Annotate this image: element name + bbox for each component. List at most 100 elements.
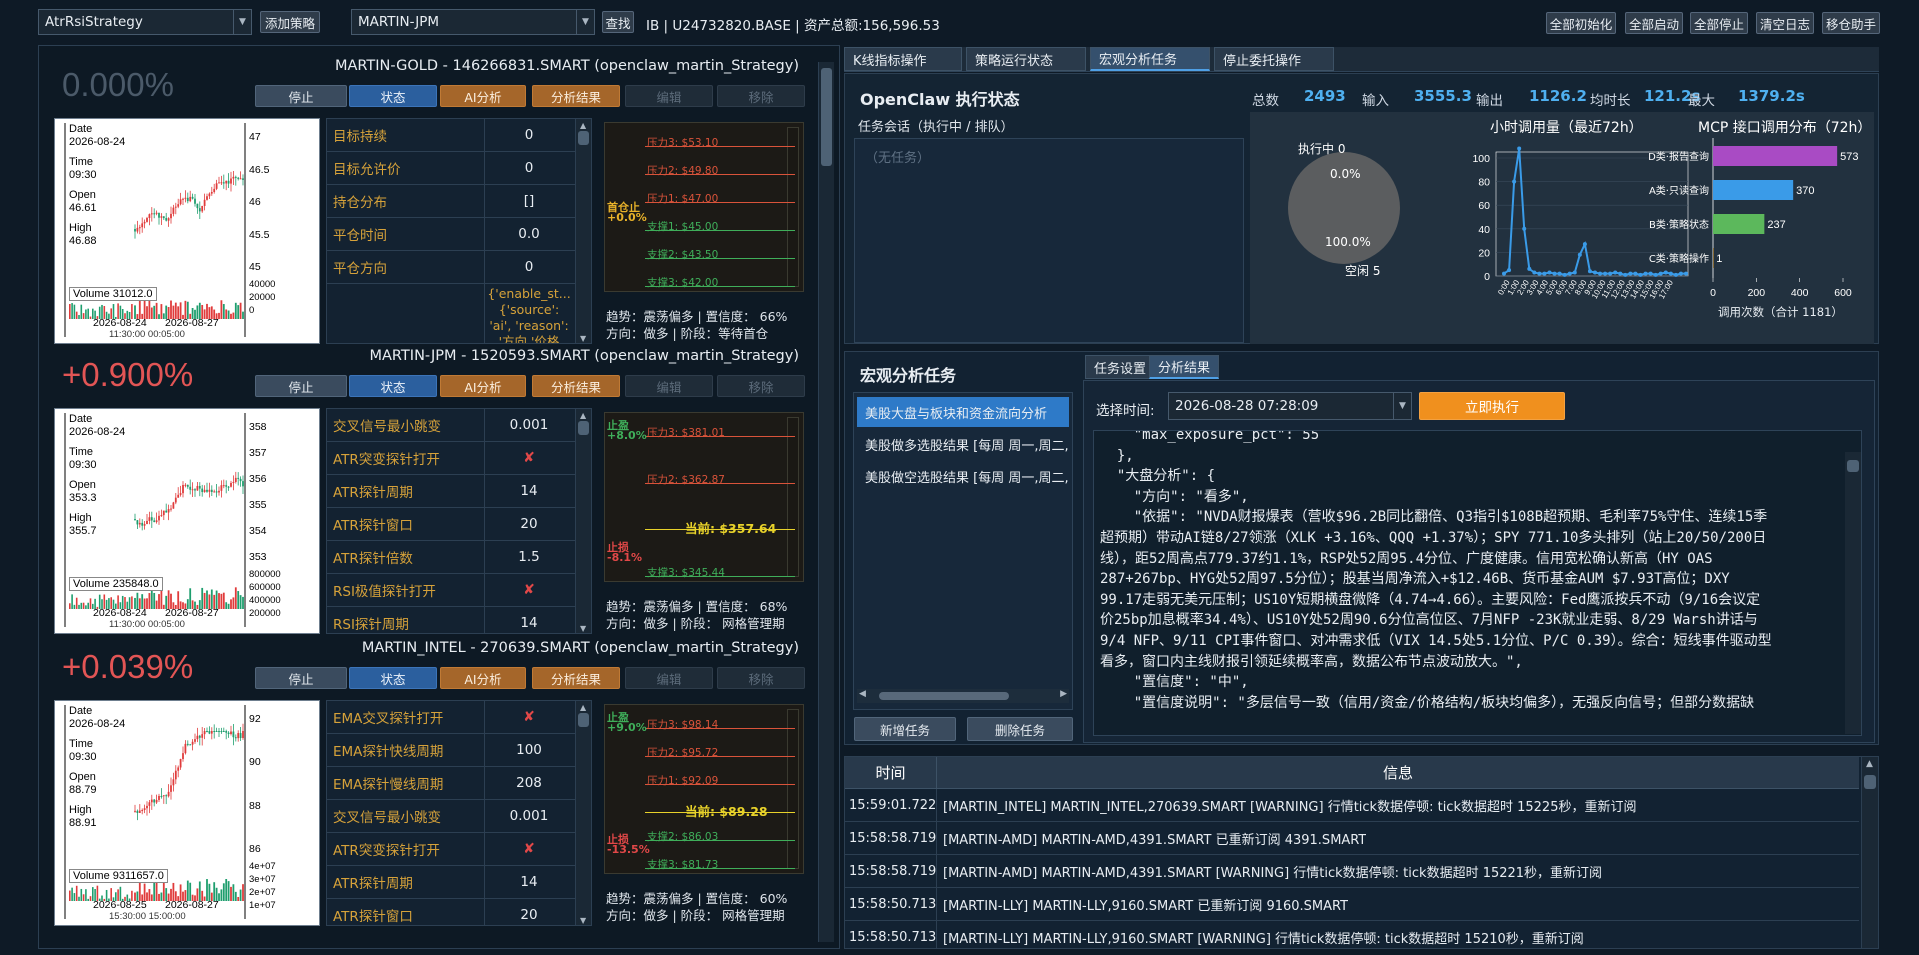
param-row[interactable]: 持仓分布[]: [327, 185, 575, 218]
scroll-down-icon[interactable]: ▼: [580, 916, 586, 925]
delete-task-button[interactable]: 删除任务: [967, 717, 1073, 741]
edit-button[interactable]: 编辑: [625, 375, 713, 397]
macro-task-item[interactable]: 美股做空选股结果 [每周 周一,周二,: [857, 461, 1069, 491]
param-value[interactable]: 20: [485, 899, 573, 925]
task-session-list[interactable]: （无任务）: [854, 138, 1244, 343]
edit-button[interactable]: 编辑: [625, 85, 713, 107]
find-button[interactable]: 查找: [602, 11, 634, 33]
param-row[interactable]: 目标允许价 0: [327, 152, 575, 185]
ai-analysis-button[interactable]: AI分析: [440, 667, 526, 689]
task-list-hscroll[interactable]: ◀ ▶: [857, 689, 1069, 703]
new-task-button[interactable]: 新增任务: [854, 717, 956, 741]
log-scrollbar[interactable]: ▲: [1861, 757, 1878, 948]
param-row[interactable]: 交叉信号最小跳变 0.001: [327, 409, 575, 442]
param-value[interactable]: 0.001: [485, 800, 573, 832]
param-value[interactable]: 208: [485, 767, 573, 799]
scrollbar-thumb[interactable]: [1864, 775, 1876, 789]
param-row[interactable]: ATR突变探针打开 ✘: [327, 833, 575, 866]
param-row[interactable]: EMA探针快线周期 100: [327, 734, 575, 767]
param-value[interactable]: 0: [485, 119, 573, 151]
scroll-up-icon[interactable]: ▲: [580, 121, 586, 130]
param-row[interactable]: ATR探针窗口 20: [327, 899, 575, 925]
param-table[interactable]: 目标持续 0 目标允许价 0 持仓分布[] 平仓时间 0.0 平仓方向 0 {'enable_st…: [326, 118, 592, 344]
param-row[interactable]: EMA交叉探针打开 ✘: [327, 701, 575, 734]
stop-all-button[interactable]: 全部停止: [1690, 12, 1748, 34]
param-value[interactable]: 0: [485, 152, 573, 184]
ai-analysis-button[interactable]: AI分析: [440, 85, 526, 107]
analysis-result-button[interactable]: 分析结果: [532, 667, 620, 689]
scroll-down-icon[interactable]: ▼: [580, 624, 586, 633]
stop-button[interactable]: 停止: [255, 375, 347, 397]
tab-right-2[interactable]: 宏观分析任务: [1090, 47, 1210, 71]
param-value[interactable]: ✘: [485, 574, 573, 606]
clear-log-button[interactable]: 清空日志: [1756, 12, 1814, 34]
tab-right-3[interactable]: 停止委托操作: [1214, 47, 1334, 71]
symbol-combo[interactable]: MARTIN-JPM ▼: [351, 9, 595, 35]
remove-button[interactable]: 移除: [717, 375, 805, 397]
analysis-result-button[interactable]: 分析结果: [532, 375, 620, 397]
param-value[interactable]: 100: [485, 734, 573, 766]
log-row[interactable]: 15:58:58.719 [MARTIN-AMD] MARTIN-AMD,4391…: [845, 855, 1859, 888]
remove-button[interactable]: 移除: [717, 85, 805, 107]
param-value[interactable]: ✘: [485, 833, 573, 865]
scroll-down-icon[interactable]: ▼: [580, 334, 586, 343]
scrollbar-thumb[interactable]: [578, 713, 589, 727]
edit-button[interactable]: 编辑: [625, 667, 713, 689]
param-table[interactable]: EMA交叉探针打开 ✘ EMA探针快线周期 100 EMA探针慢线周期 208 交叉信号最小…: [326, 700, 592, 926]
tab-right-0[interactable]: K线指标操作: [844, 47, 962, 71]
scrollbar-thumb[interactable]: [821, 68, 832, 166]
param-value[interactable]: 0.001: [485, 409, 573, 441]
status-button[interactable]: 状态: [349, 375, 437, 397]
scrollbar-thumb[interactable]: [1847, 460, 1859, 472]
start-all-button[interactable]: 全部启动: [1625, 12, 1683, 34]
param-row[interactable]: 交叉信号最小跳变 0.001: [327, 800, 575, 833]
log-row[interactable]: 15:58:50.713 [MARTIN-LLY] MARTIN-LLY,9160…: [845, 888, 1859, 921]
scrollbar-thumb[interactable]: [879, 692, 1009, 700]
move-helper-button[interactable]: 移仓助手: [1822, 12, 1880, 34]
param-value[interactable]: 20: [485, 508, 573, 540]
param-row[interactable]: ATR探针倍数 1.5: [327, 541, 575, 574]
analysis-result-button[interactable]: 分析结果: [532, 85, 620, 107]
param-value[interactable]: 14: [485, 475, 573, 507]
macro-task-item[interactable]: 美股大盘与板块和资金流向分析: [857, 397, 1069, 427]
remove-button[interactable]: 移除: [717, 667, 805, 689]
log-row[interactable]: 15:58:50.713 [MARTIN-LLY] MARTIN-LLY,9160…: [845, 921, 1859, 948]
param-row[interactable]: ATR探针周期 14: [327, 475, 575, 508]
scroll-right-icon[interactable]: ▶: [1060, 689, 1067, 699]
param-value[interactable]: 14: [485, 607, 573, 633]
param-value[interactable]: ✘: [485, 701, 573, 733]
scrollbar-thumb[interactable]: [578, 421, 589, 435]
scroll-left-icon[interactable]: ◀: [859, 689, 866, 699]
add-strategy-button[interactable]: 添加策略: [260, 11, 320, 33]
param-row[interactable]: ATR探针窗口 20: [327, 508, 575, 541]
status-button[interactable]: 状态: [349, 667, 437, 689]
result-scrollbar[interactable]: [1845, 452, 1861, 734]
param-table[interactable]: 交叉信号最小跳变 0.001 ATR突变探针打开 ✘ ATR探针周期 14 ATR探针窗口 2…: [326, 408, 592, 634]
kline-chart[interactable]: Date 2026-08-24 Time 09:30 Open 46.61 High 46.8…: [54, 118, 320, 344]
scroll-up-icon[interactable]: ▲: [580, 703, 586, 712]
init-all-button[interactable]: 全部初始化: [1546, 12, 1616, 34]
param-row[interactable]: 平仓方向 0: [327, 251, 575, 284]
scrollbar-thumb[interactable]: [578, 131, 589, 145]
param-value[interactable]: 14: [485, 866, 573, 898]
param-row[interactable]: RSI极值探针打开 ✘: [327, 574, 575, 607]
param-row[interactable]: 目标持续 0: [327, 119, 575, 152]
stop-button[interactable]: 停止: [255, 667, 347, 689]
param-table-scrollbar[interactable]: ▲ ▼: [575, 701, 591, 925]
param-row[interactable]: ATR突变探针打开 ✘: [327, 442, 575, 475]
tab-right-1[interactable]: 策略运行状态: [966, 47, 1086, 71]
param-row[interactable]: 平仓时间 0.0: [327, 218, 575, 251]
log-row[interactable]: 15:58:58.719 [MARTIN-AMD] MARTIN-AMD,4391…: [845, 822, 1859, 855]
chevron-down-icon[interactable]: ▼: [1393, 393, 1411, 419]
chevron-down-icon[interactable]: ▼: [576, 10, 594, 34]
time-select-combo[interactable]: 2026-08-28 07:28:09 ▼: [1168, 392, 1412, 420]
ai-analysis-button[interactable]: AI分析: [440, 375, 526, 397]
result-text-area[interactable]: "max_exposure_pct": 55 }, "大盘分析": { "方向"…: [1093, 430, 1862, 736]
tab-analysis-result[interactable]: 分析结果: [1149, 355, 1220, 379]
param-table-scrollbar[interactable]: ▲ ▼: [575, 119, 591, 343]
strategy-list-scrollbar[interactable]: [818, 62, 834, 942]
status-button[interactable]: 状态: [349, 85, 437, 107]
param-value[interactable]: 1.5: [485, 541, 573, 573]
chevron-down-icon[interactable]: ▼: [233, 10, 251, 34]
param-value[interactable]: 0: [485, 251, 573, 283]
